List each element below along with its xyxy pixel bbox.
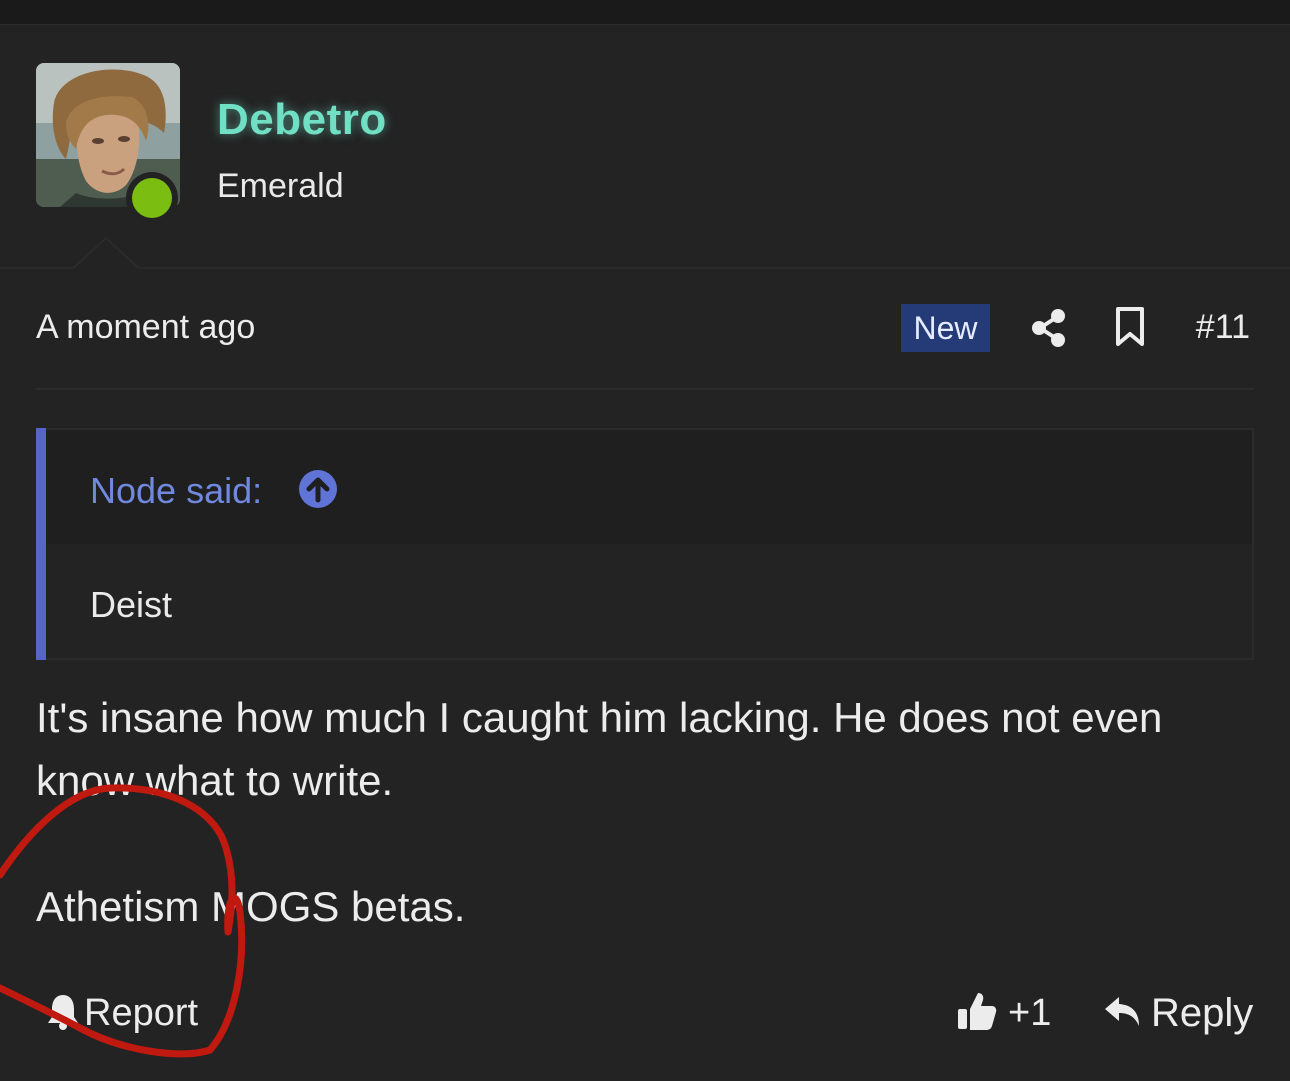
quote-author-link[interactable]: Node said: <box>90 470 262 512</box>
top-strip <box>0 0 1290 25</box>
post-number-link[interactable]: #11 <box>1196 308 1250 347</box>
share-icon[interactable] <box>1029 308 1069 348</box>
report-button[interactable]: Report <box>44 988 198 1038</box>
post-paragraph: Athetism MOGS betas. <box>36 883 466 930</box>
report-label: Report <box>84 991 199 1034</box>
user-block-pointer <box>72 237 140 269</box>
username[interactable]: Debetro <box>217 95 387 145</box>
quote-header: Node said: <box>46 430 1252 544</box>
quote-accent-bar <box>36 428 46 660</box>
quote-body: Deist <box>46 544 1252 658</box>
quoted-reply: Node said: Deist <box>36 428 1254 660</box>
post-timestamp[interactable]: A moment ago <box>36 308 255 347</box>
bell-icon <box>44 991 82 1036</box>
bookmark-icon[interactable] <box>1110 306 1150 348</box>
forum-post-page: Debetro Emerald A moment ago New #11 Nod… <box>0 0 1290 1081</box>
reply-button[interactable]: Reply <box>1103 988 1253 1038</box>
thumbs-up-icon <box>956 989 998 1038</box>
post-meta-row: A moment ago New #11 <box>36 290 1254 390</box>
user-title: Emerald <box>217 167 344 205</box>
user-info-block: Debetro Emerald <box>0 25 1290 269</box>
arrow-up-circle-icon[interactable] <box>298 469 338 509</box>
online-status-indicator <box>126 172 178 224</box>
quote-text: Deist <box>90 584 173 625</box>
post-paragraph: It's insane how much I caught him lackin… <box>36 694 1163 804</box>
like-button[interactable]: +1 <box>956 988 1051 1038</box>
reply-arrow-icon <box>1103 993 1143 1034</box>
post-message: It's insane how much I caught him lackin… <box>36 686 1236 938</box>
like-count: +1 <box>1008 991 1052 1034</box>
new-badge: New <box>901 304 990 352</box>
reply-label: Reply <box>1151 990 1254 1035</box>
